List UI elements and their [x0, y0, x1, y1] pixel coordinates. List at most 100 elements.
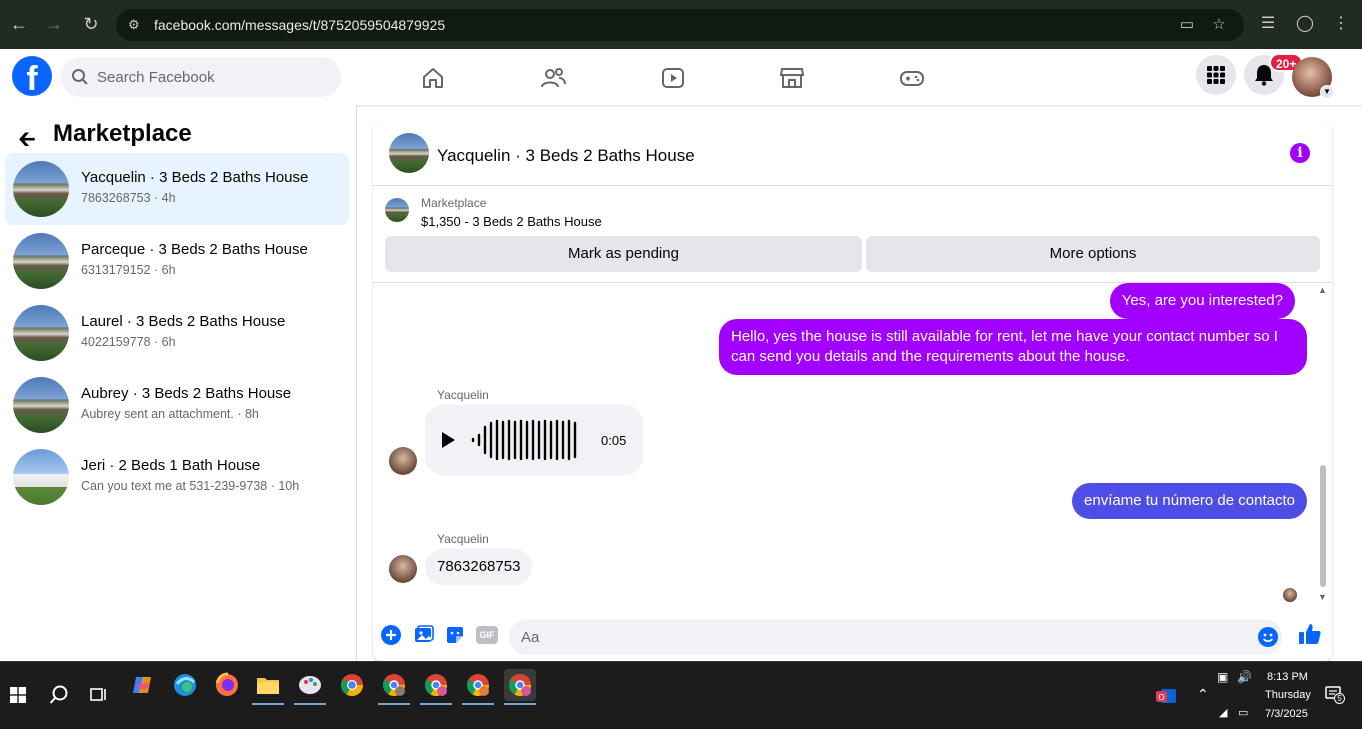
chrome-profile-icon[interactable]	[462, 669, 494, 705]
running-indicator	[504, 703, 536, 705]
gif-icon[interactable]: GIF	[476, 626, 498, 644]
home-icon[interactable]	[420, 65, 446, 91]
sticker-icon[interactable]	[445, 625, 465, 645]
listing-thumbnail	[13, 377, 69, 433]
search-icon	[72, 69, 88, 85]
browser-menu-icon[interactable]: ⋮	[1330, 13, 1352, 35]
back-icon[interactable]: ←	[7, 12, 31, 36]
conversation-item[interactable]: Yacquelin · 3 Beds 2 Baths House 7863268…	[5, 153, 349, 225]
paint-icon[interactable]	[294, 669, 326, 705]
reload-icon[interactable]: ↻	[79, 12, 103, 36]
chat-scrollbar[interactable]: ▲ ▼	[1317, 285, 1329, 605]
sidebar-title: Marketplace	[53, 120, 192, 147]
info-icon[interactable]: i	[1290, 143, 1310, 163]
battery-icon[interactable]: ▭	[1238, 706, 1248, 719]
svg-text:O: O	[1158, 693, 1164, 702]
plus-icon[interactable]	[381, 625, 401, 645]
chrome-profile-icon[interactable]	[420, 669, 452, 705]
audio-message[interactable]: 0:05	[425, 405, 643, 475]
photo-icon[interactable]	[414, 625, 434, 645]
sender-avatar[interactable]	[389, 555, 417, 583]
message-input[interactable]: Aa	[509, 619, 1282, 655]
chrome-profile-icon[interactable]	[378, 669, 410, 705]
chat-thumbnail[interactable]	[389, 133, 429, 173]
media-controls-icon[interactable]: ☰	[1257, 13, 1279, 35]
meet-now-icon[interactable]: ▣	[1217, 670, 1228, 684]
incoming-message: 7863268753	[425, 549, 533, 585]
task-view-icon[interactable]	[90, 686, 108, 704]
friends-icon[interactable]	[540, 65, 566, 91]
conversation-name: Yacquelin · 3 Beds 2 Baths House	[81, 169, 309, 186]
chat-panel: Yacquelin · 3 Beds 2 Baths House i Marke…	[373, 121, 1332, 661]
search-taskbar-icon[interactable]	[49, 685, 69, 705]
outgoing-message: Hello, yes the house is still available …	[719, 319, 1307, 375]
chrome-icon[interactable]	[336, 669, 368, 701]
conversation-item[interactable]: Aubrey · 3 Beds 2 Baths House Aubrey sen…	[5, 369, 349, 441]
running-indicator	[462, 703, 494, 705]
copilot-icon[interactable]	[127, 669, 159, 701]
play-icon[interactable]	[441, 431, 457, 449]
profile-icon[interactable]: ◯	[1294, 13, 1316, 35]
search-box[interactable]: Search Facebook	[61, 57, 341, 97]
grid-icon	[1207, 66, 1225, 84]
notification-count: 5	[1334, 693, 1345, 704]
install-app-icon[interactable]: ▭	[1178, 16, 1196, 34]
notification-center-icon[interactable]: 5	[1325, 686, 1345, 704]
facebook-header: f Search Facebook	[0, 49, 1362, 105]
forward-icon[interactable]: →	[42, 12, 66, 36]
sender-avatar[interactable]	[389, 447, 417, 475]
url-text: facebook.com/messages/t/8752059504879925	[154, 17, 446, 33]
running-indicator	[420, 703, 452, 705]
outgoing-message: Yes, are you interested?	[1109, 283, 1295, 319]
thumbs-up-icon[interactable]	[1298, 622, 1322, 646]
address-bar[interactable]: ⚙ facebook.com/messages/t/87520595048799…	[116, 9, 1244, 41]
clock-time[interactable]: 8:13 PM	[1267, 671, 1308, 683]
message-placeholder: Aa	[521, 629, 540, 646]
conversation-name: Jeri · 2 Beds 1 Bath House	[81, 457, 261, 474]
scroll-down-icon[interactable]: ▼	[1318, 592, 1327, 602]
facebook-logo-icon[interactable]: f	[12, 56, 52, 96]
scroll-up-icon[interactable]: ▲	[1318, 285, 1327, 295]
menu-grid-button[interactable]	[1196, 55, 1236, 95]
message-list: Yes, are you interested? Hello, yes the …	[373, 283, 1332, 603]
marketplace-icon[interactable]	[779, 65, 805, 91]
clock-date[interactable]: 7/3/2025	[1265, 708, 1308, 720]
mark-as-pending-button[interactable]: Mark as pending	[385, 236, 862, 272]
account-avatar[interactable]: ▼	[1292, 57, 1334, 99]
clock-day[interactable]: Thursday	[1265, 689, 1311, 701]
message-composer: GIF Aa	[373, 613, 1332, 661]
more-options-button[interactable]: More options	[866, 236, 1320, 272]
sender-name: Yacquelin	[437, 388, 489, 402]
sender-name: Yacquelin	[437, 532, 489, 546]
conversation-item[interactable]: Laurel · 3 Beds 2 Baths House 4022159778…	[5, 297, 349, 369]
windows-start-icon[interactable]	[10, 687, 26, 703]
conversation-item[interactable]: Jeri · 2 Beds 1 Bath House Can you text …	[5, 441, 349, 513]
firefox-icon[interactable]	[211, 669, 243, 701]
volume-icon[interactable]: 🔊	[1237, 670, 1252, 684]
browser-toolbar: ← → ↻ ⚙ facebook.com/messages/t/87520595…	[0, 0, 1362, 49]
running-indicator	[294, 703, 326, 705]
show-hidden-icons-icon[interactable]: ⌃	[1197, 686, 1209, 703]
wifi-icon[interactable]: ◢	[1219, 706, 1227, 719]
gaming-icon[interactable]	[899, 65, 925, 91]
outlook-icon[interactable]: O	[1155, 686, 1177, 706]
conversation-item[interactable]: Parceque · 3 Beds 2 Baths House 63131791…	[5, 225, 349, 297]
site-info-icon[interactable]: ⚙	[128, 17, 144, 33]
search-placeholder: Search Facebook	[97, 69, 215, 86]
conversation-preview: 4022159778 · 6h	[81, 335, 176, 349]
scrollbar-thumb[interactable]	[1320, 465, 1326, 587]
chrome-profile-icon-active[interactable]	[504, 669, 536, 705]
listing-card: Marketplace $1,350 - 3 Beds 2 Baths Hous…	[373, 186, 1332, 283]
file-explorer-icon[interactable]	[252, 669, 284, 705]
video-icon[interactable]	[660, 65, 686, 91]
emoji-icon[interactable]	[1258, 627, 1278, 647]
listing-thumbnail	[13, 449, 69, 505]
listing-thumbnail[interactable]	[385, 198, 409, 222]
bookmark-star-icon[interactable]: ☆	[1210, 16, 1228, 34]
listing-price[interactable]: $1,350 - 3 Beds 2 Baths House	[421, 214, 602, 229]
edge-icon[interactable]	[169, 669, 201, 701]
chat-title[interactable]: Yacquelin · 3 Beds 2 Baths House	[437, 146, 695, 166]
listing-source: Marketplace	[421, 196, 487, 210]
conversation-name: Laurel · 3 Beds 2 Baths House	[81, 313, 286, 330]
seen-receipt-avatar	[1283, 588, 1297, 602]
